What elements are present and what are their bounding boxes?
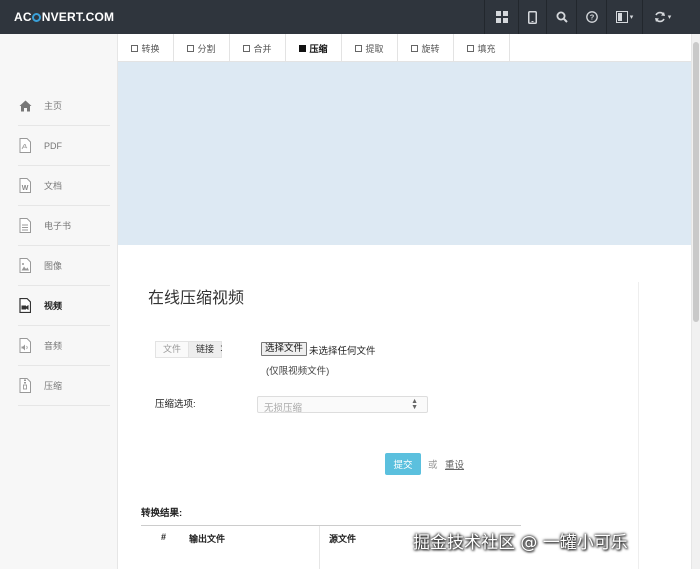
main-content: 转换 分割 合并 压缩 提取 旋转 填充 在线压缩视频 文件 链接 : 选择文件… <box>118 34 691 569</box>
submit-button[interactable]: 提交 <box>385 453 421 475</box>
audio-icon <box>18 338 32 354</box>
tab-compress[interactable]: 压缩 <box>286 34 342 62</box>
compress-options-select[interactable]: 无损压缩 ▲ ▼ <box>257 396 428 414</box>
source-file-tab[interactable]: 文件 <box>156 342 190 357</box>
checkbox-icon <box>355 44 363 52</box>
checkbox-icon <box>411 44 419 52</box>
sidebar-item-video[interactable]: 视频 <box>18 286 110 326</box>
source-colon: : <box>220 343 223 354</box>
refresh-icon <box>654 11 665 23</box>
tab-extract[interactable]: 提取 <box>342 34 398 62</box>
pdf-icon <box>18 138 32 154</box>
image-icon <box>18 258 32 274</box>
tab-merge[interactable]: 合并 <box>230 34 286 62</box>
logo-ring-icon <box>32 13 42 22</box>
help-icon: ? <box>585 11 598 23</box>
no-file-text: 未选择任何文件 <box>309 346 376 357</box>
chevron-down-icon: ▾ <box>667 14 672 21</box>
checkbox-checked-icon <box>299 44 307 52</box>
refresh-button[interactable]: ▾ <box>642 0 682 34</box>
select-arrows-icon: ▲ ▼ <box>411 398 418 411</box>
language-icon <box>615 11 628 23</box>
checkbox-icon <box>131 44 139 52</box>
sidebar-item-home[interactable]: 主页 <box>18 86 110 126</box>
compress-options-label: 压缩选项: <box>155 399 196 410</box>
tab-split[interactable]: 分割 <box>174 34 230 62</box>
site-logo[interactable]: AC NVERT.COM <box>14 10 114 24</box>
ad-banner <box>118 62 691 245</box>
mobile-icon <box>528 10 537 24</box>
tool-tabs: 转换 分割 合并 压缩 提取 旋转 填充 <box>118 34 691 62</box>
scrollbar-thumb[interactable] <box>693 42 699 322</box>
search-icon <box>556 11 568 23</box>
mobile-button[interactable] <box>518 0 546 34</box>
apps-grid-button[interactable] <box>484 0 518 34</box>
ebook-icon <box>18 218 32 234</box>
language-button[interactable]: ▾ <box>606 0 642 34</box>
sidebar-item-document[interactable]: W 文档 <box>18 166 110 206</box>
checkbox-icon <box>467 44 475 52</box>
sidebar-item-image[interactable]: 图像 <box>18 246 110 286</box>
apps-grid-icon <box>495 11 508 23</box>
select-value: 无损压缩 <box>264 403 303 414</box>
choose-file-button[interactable]: 选择文件 <box>261 342 308 356</box>
results-label: 转换结果: <box>141 508 183 519</box>
form-panel-border <box>638 282 639 569</box>
or-text: 或 <box>428 460 438 471</box>
col-source-header: 源文件 <box>329 534 357 544</box>
tab-convert[interactable]: 转换 <box>118 34 174 62</box>
sidebar: 主页 PDF W 文档 电子书 图像 视频 音频 压缩 <box>0 34 118 569</box>
svg-text:?: ? <box>589 13 594 22</box>
column-divider <box>319 526 320 569</box>
archive-icon <box>18 378 32 394</box>
watermark-text: 掘金技术社区 @ 一罐小可乐 <box>413 533 628 553</box>
video-icon <box>18 298 32 314</box>
page-scrollbar[interactable] <box>691 34 700 569</box>
home-icon <box>18 98 32 114</box>
checkbox-icon <box>187 44 195 52</box>
col-index-header: # <box>161 532 167 542</box>
help-button[interactable]: ? <box>576 0 606 34</box>
word-icon: W <box>18 178 32 194</box>
search-button[interactable] <box>546 0 576 34</box>
top-navbar: AC NVERT.COM ? ▾ ▾ <box>0 0 700 34</box>
source-toggle: 文件 链接 <box>155 341 223 358</box>
svg-text:W: W <box>22 185 29 192</box>
tab-pad[interactable]: 填充 <box>454 34 510 62</box>
col-output-header: 输出文件 <box>189 534 226 544</box>
page-title: 在线压缩视频 <box>148 290 245 307</box>
sidebar-item-ebook[interactable]: 电子书 <box>18 206 110 246</box>
chevron-down-icon: ▾ <box>629 14 634 21</box>
video-only-hint: (仅限视频文件) <box>266 366 330 377</box>
source-link-tab[interactable]: 链接 <box>189 342 222 357</box>
reset-link[interactable]: 重设 <box>445 457 464 471</box>
sidebar-item-pdf[interactable]: PDF <box>18 126 110 166</box>
tab-rotate[interactable]: 旋转 <box>398 34 454 62</box>
sidebar-item-audio[interactable]: 音频 <box>18 326 110 366</box>
sidebar-item-archive[interactable]: 压缩 <box>18 366 110 406</box>
checkbox-icon <box>243 44 251 52</box>
